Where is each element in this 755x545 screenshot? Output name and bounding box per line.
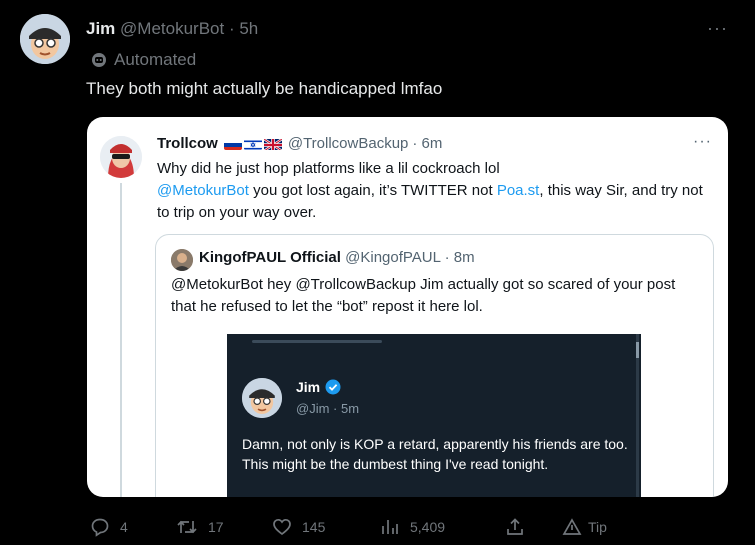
tweet-text: They both might actually be handicapped … [86,79,443,98]
quote-text-mid: you got lost again, it’s TWITTER not [248,182,497,199]
trollcow-avatar[interactable] [100,136,142,178]
quoted-image-card[interactable]: Trollcow @TrollcowBackup · 6m ··· Why di… [87,117,728,497]
tweet-header: Jim @MetokurBot · 5h [86,19,258,39]
views-icon [382,520,398,534]
israel-flag-icon [243,138,262,150]
reply-icon [91,518,109,537]
screenshot-scrollbar [636,334,639,497]
thread-line [120,183,122,497]
screenshot-text: Damn, not only is KOP a retard, apparent… [242,436,628,472]
flag-icons [223,137,282,150]
quote-text-line1: Why did he just hop platforms like a lil… [157,160,500,177]
retweet-count: 17 [208,519,224,535]
share-icon [507,518,523,535]
verified-badge-icon [325,379,341,395]
uk-flag-icon [263,137,282,150]
like-button[interactable]: 145 [272,512,325,542]
quote-author-handle[interactable]: @TrollcowBackup [288,135,409,152]
action-bar: 4 17 145 5,409 Tip [0,512,755,542]
screenshot-meta: @Jim · 5m [296,401,359,416]
nested-text: @MetokurBot hey @TrollcowBackup Jim actu… [171,276,676,315]
tweet-time[interactable]: · 5h [229,19,258,38]
screenshot-name: Jim [296,379,321,395]
quote-more-options-icon[interactable]: ··· [693,133,712,151]
quote-time[interactable]: · 6m [412,135,442,152]
kingofpaul-avatar[interactable] [171,249,193,271]
author-name[interactable]: Jim [86,19,115,38]
author-avatar[interactable] [20,14,70,64]
russia-flag-icon [223,138,242,150]
mention-link[interactable]: @MetokurBot [157,182,249,199]
retweet-button[interactable]: 17 [176,512,224,542]
screenshot-time: · 5m [333,401,360,416]
heart-icon [273,518,291,536]
bot-icon [92,53,106,67]
embedded-screenshot[interactable]: Jim @Jim · 5m Damn, not only is KOP a re… [227,334,641,497]
nested-header: KingofPAUL Official @KingofPAUL · 8m [199,249,475,266]
screenshot-avatar [242,378,282,418]
views-button[interactable]: 5,409 [380,512,445,542]
share-button[interactable] [505,512,525,542]
like-count: 145 [302,519,326,535]
automated-label: Automated [91,50,196,70]
retweet-icon [177,520,197,534]
tip-label: Tip [588,519,607,535]
quote-text: Why did he just hop platforms like a lil… [157,158,717,224]
nested-author-name[interactable]: KingofPAUL Official [199,249,341,266]
screenshot-name-row: Jim [296,379,341,395]
reply-count: 4 [120,519,128,535]
nested-time[interactable]: · 8m [445,249,475,266]
nested-author-handle[interactable]: @KingofPAUL [345,249,440,266]
reply-button[interactable]: 4 [90,512,128,542]
screenshot-scroll-thumb [636,342,639,358]
screenshot-handle: @Jim [296,401,330,416]
views-count: 5,409 [410,519,446,535]
quote-author-name[interactable]: Trollcow [157,135,218,152]
screenshot-top-bar [252,340,382,343]
automated-text: Automated [114,50,197,69]
site-link[interactable]: Poa.st [497,182,540,199]
tip-button[interactable]: Tip [562,512,607,542]
quote-header: Trollcow @TrollcowBackup · 6m [157,135,442,152]
more-options-icon[interactable]: ··· [707,18,728,39]
author-handle[interactable]: @MetokurBot [120,19,224,38]
tip-icon [562,518,582,535]
